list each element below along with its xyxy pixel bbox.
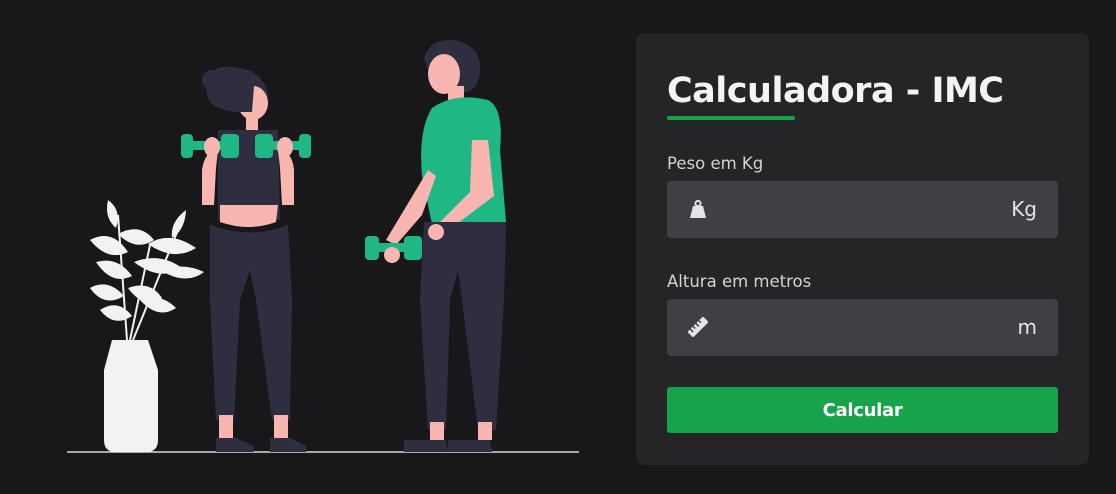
height-input-box[interactable]: m	[667, 299, 1058, 358]
weight-label: Peso em Kg	[667, 154, 764, 173]
weight-unit: Kg	[1011, 197, 1037, 221]
page: Calculadora - IMC Peso em Kg Kg Altura e…	[0, 0, 1116, 494]
weight-input[interactable]	[723, 181, 997, 240]
height-input[interactable]	[723, 299, 997, 358]
title-underline	[667, 116, 795, 120]
fitness-illustration	[67, 39, 579, 453]
page-title: Calculadora - IMC	[667, 71, 1004, 111]
weight-icon	[690, 199, 706, 218]
calculate-button[interactable]: Calcular	[667, 387, 1058, 433]
height-unit: m	[1017, 315, 1037, 339]
height-label: Altura em metros	[667, 272, 812, 291]
ruler-icon	[688, 317, 708, 337]
bmi-calculator-card: Calculadora - IMC Peso em Kg Kg Altura e…	[636, 33, 1089, 465]
woman-figure	[202, 66, 306, 452]
plant-icon	[90, 200, 204, 452]
weight-input-box[interactable]: Kg	[667, 181, 1058, 240]
